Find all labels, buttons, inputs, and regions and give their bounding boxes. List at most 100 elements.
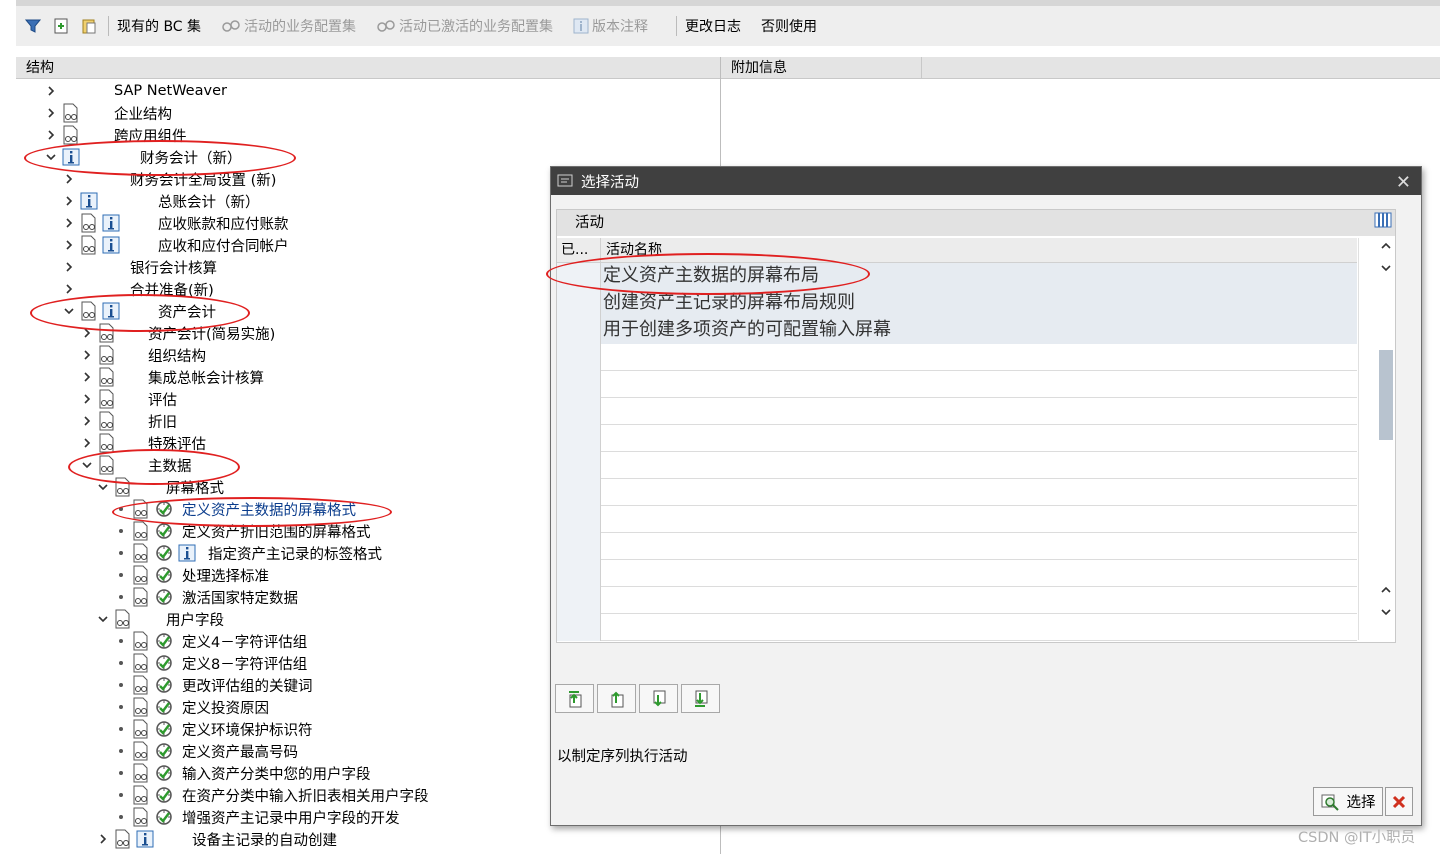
grid-cell-activity-name[interactable] <box>601 425 1357 452</box>
chevron-right-icon[interactable] <box>80 432 94 454</box>
chevron-right-icon[interactable] <box>62 190 76 212</box>
chevron-right-icon[interactable] <box>80 344 94 366</box>
grid-row[interactable]: 用于创建多项资产的可配置输入屏幕 <box>557 317 1357 344</box>
chevron-right-icon[interactable] <box>62 168 76 190</box>
grid-row[interactable]: 创建资产主记录的屏幕布局规则 <box>557 290 1357 317</box>
execute-icon[interactable] <box>154 499 174 519</box>
otherwise-use-button[interactable]: 否则使用 <box>761 16 817 36</box>
grid-cell-done[interactable] <box>557 263 601 290</box>
chevron-down-icon[interactable] <box>96 476 110 498</box>
chevron-right-icon[interactable] <box>80 388 94 410</box>
chevron-right-icon[interactable] <box>62 212 76 234</box>
grid-cell-done[interactable] <box>557 560 601 587</box>
select-button[interactable]: 选择 <box>1313 787 1383 816</box>
tree-node[interactable]: 跨应用组件 <box>44 124 700 146</box>
grid-cell-done[interactable] <box>557 371 601 398</box>
execute-icon[interactable] <box>154 653 174 673</box>
chevron-down-icon[interactable] <box>80 454 94 476</box>
active-config-set-button[interactable]: 活动的业务配置集 <box>221 16 356 36</box>
new-document-icon[interactable] <box>50 15 72 37</box>
move-to-top-button[interactable] <box>555 684 594 713</box>
column-header-done[interactable]: 已... <box>557 238 601 262</box>
grid-cell-done[interactable] <box>557 398 601 425</box>
grid-cell-done[interactable] <box>557 587 601 614</box>
grid-row[interactable] <box>557 614 1357 641</box>
close-icon[interactable]: ✕ <box>1396 172 1411 193</box>
scroll-down-icon[interactable] <box>1379 262 1393 274</box>
column-layout-icon[interactable] <box>1373 210 1393 230</box>
activated-config-set-button[interactable]: 活动已激活的业务配置集 <box>376 16 553 36</box>
grid-cell-activity-name[interactable]: 定义资产主数据的屏幕布局 <box>601 263 1357 290</box>
change-log-button[interactable]: 更改日志 <box>685 16 741 36</box>
grid-cell-activity-name[interactable]: 创建资产主记录的屏幕布局规则 <box>601 290 1357 317</box>
grid-cell-activity-name[interactable] <box>601 614 1357 641</box>
grid-cell-activity-name[interactable] <box>601 560 1357 587</box>
chevron-right-icon[interactable] <box>62 278 76 300</box>
grid-scrollbar[interactable] <box>1358 212 1395 640</box>
grid-cell-done[interactable] <box>557 344 601 371</box>
grid-cell-activity-name[interactable] <box>601 344 1357 371</box>
execute-icon[interactable] <box>154 785 174 805</box>
tree-node[interactable]: 企业结构 <box>44 102 700 124</box>
chevron-right-icon[interactable] <box>80 410 94 432</box>
chevron-right-icon[interactable] <box>62 234 76 256</box>
grid-cell-done[interactable] <box>557 290 601 317</box>
execute-icon[interactable] <box>154 697 174 717</box>
chevron-down-icon[interactable] <box>62 300 76 322</box>
move-down-button[interactable] <box>639 684 678 713</box>
grid-row[interactable] <box>557 371 1357 398</box>
grid-cell-done[interactable] <box>557 506 601 533</box>
grid-cell-activity-name[interactable] <box>601 533 1357 560</box>
grid-cell-done[interactable] <box>557 614 601 641</box>
chevron-right-icon[interactable] <box>80 366 94 388</box>
grid-row[interactable] <box>557 533 1357 560</box>
scroll-down-icon[interactable] <box>1379 606 1393 618</box>
dialog-titlebar[interactable]: 选择活动 ✕ <box>551 167 1421 195</box>
execute-icon[interactable] <box>154 543 174 563</box>
grid-row[interactable] <box>557 506 1357 533</box>
grid-cell-done[interactable] <box>557 425 601 452</box>
release-notes-button[interactable]: 版本注释 <box>573 16 648 36</box>
grid-cell-activity-name[interactable]: 用于创建多项资产的可配置输入屏幕 <box>601 317 1357 344</box>
grid-cell-activity-name[interactable] <box>601 587 1357 614</box>
cancel-button[interactable] <box>1385 787 1413 816</box>
move-to-bottom-button[interactable] <box>681 684 720 713</box>
column-header-activity-name[interactable]: 活动名称 <box>601 238 662 262</box>
current-bc-set-button[interactable]: 现有的 BC 集 <box>117 16 201 36</box>
filter-icon[interactable] <box>22 15 44 37</box>
execute-icon[interactable] <box>154 807 174 827</box>
grid-row[interactable] <box>557 560 1357 587</box>
execute-icon[interactable] <box>154 587 174 607</box>
grid-cell-done[interactable] <box>557 452 601 479</box>
chevron-right-icon[interactable] <box>44 124 58 146</box>
grid-row[interactable]: 定义资产主数据的屏幕布局 <box>557 263 1357 290</box>
grid-row[interactable] <box>557 479 1357 506</box>
move-up-button[interactable] <box>597 684 636 713</box>
scroll-up-icon[interactable] <box>1379 240 1393 252</box>
tree-node[interactable]: SAP NetWeaver <box>44 80 700 102</box>
execute-icon[interactable] <box>154 719 174 739</box>
chevron-down-icon[interactable] <box>44 146 58 168</box>
execute-icon[interactable] <box>154 565 174 585</box>
grid-cell-activity-name[interactable] <box>601 506 1357 533</box>
grid-cell-activity-name[interactable] <box>601 398 1357 425</box>
scroll-up-icon[interactable] <box>1379 584 1393 596</box>
chevron-right-icon[interactable] <box>80 322 94 344</box>
grid-cell-done[interactable] <box>557 533 601 560</box>
paste-icon[interactable] <box>78 15 100 37</box>
grid-row[interactable] <box>557 398 1357 425</box>
chevron-right-icon[interactable] <box>44 80 58 102</box>
execute-icon[interactable] <box>154 631 174 651</box>
grid-cell-done[interactable] <box>557 479 601 506</box>
chevron-down-icon[interactable] <box>96 608 110 630</box>
grid-cell-activity-name[interactable] <box>601 452 1357 479</box>
grid-row[interactable] <box>557 344 1357 371</box>
scrollbar-thumb[interactable] <box>1379 350 1393 440</box>
chevron-right-icon[interactable] <box>44 102 58 124</box>
grid-cell-activity-name[interactable] <box>601 479 1357 506</box>
chevron-right-icon[interactable] <box>96 828 110 850</box>
grid-cell-done[interactable] <box>557 317 601 344</box>
tree-node[interactable]: 财务会计（新） <box>44 146 700 168</box>
execute-icon[interactable] <box>154 521 174 541</box>
grid-row[interactable] <box>557 425 1357 452</box>
